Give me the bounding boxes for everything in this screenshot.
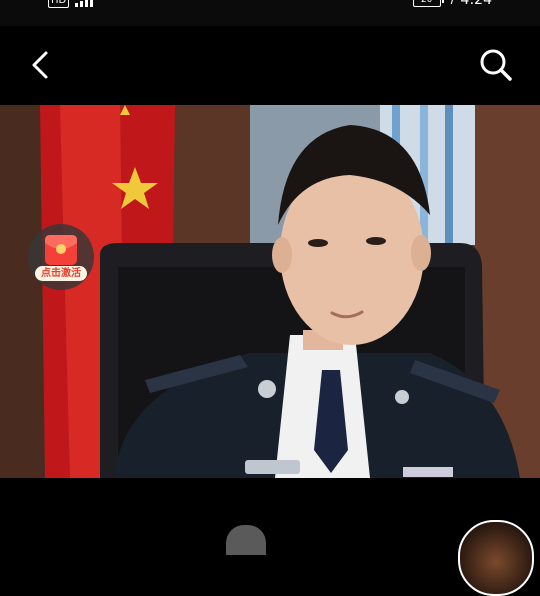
charging-icon: ϟ: [446, 0, 455, 7]
video-player[interactable]: [0, 105, 540, 478]
search-icon: [480, 49, 512, 81]
battery-icon: 20: [412, 0, 444, 7]
top-nav: [0, 26, 540, 105]
status-right: 20 ϟ 4:24: [412, 0, 492, 8]
red-envelope-icon: [45, 235, 77, 265]
promo-float-button[interactable]: 点击激活: [28, 224, 94, 290]
search-button[interactable]: [474, 43, 518, 87]
video-frame: [0, 105, 540, 478]
bottom-bar: [0, 478, 540, 540]
play-controls-peek[interactable]: [226, 525, 266, 555]
signal-area: HD: [48, 0, 94, 8]
status-bar: HD 20 ϟ 4:24: [0, 0, 540, 26]
signal-icon: [75, 0, 94, 7]
back-button[interactable]: [22, 45, 62, 85]
chevron-left-icon: [32, 51, 48, 79]
hd-badge: HD: [48, 0, 70, 8]
clock: 4:24: [460, 0, 492, 8]
avatar[interactable]: [458, 520, 534, 596]
promo-label: 点击激活: [35, 266, 87, 281]
